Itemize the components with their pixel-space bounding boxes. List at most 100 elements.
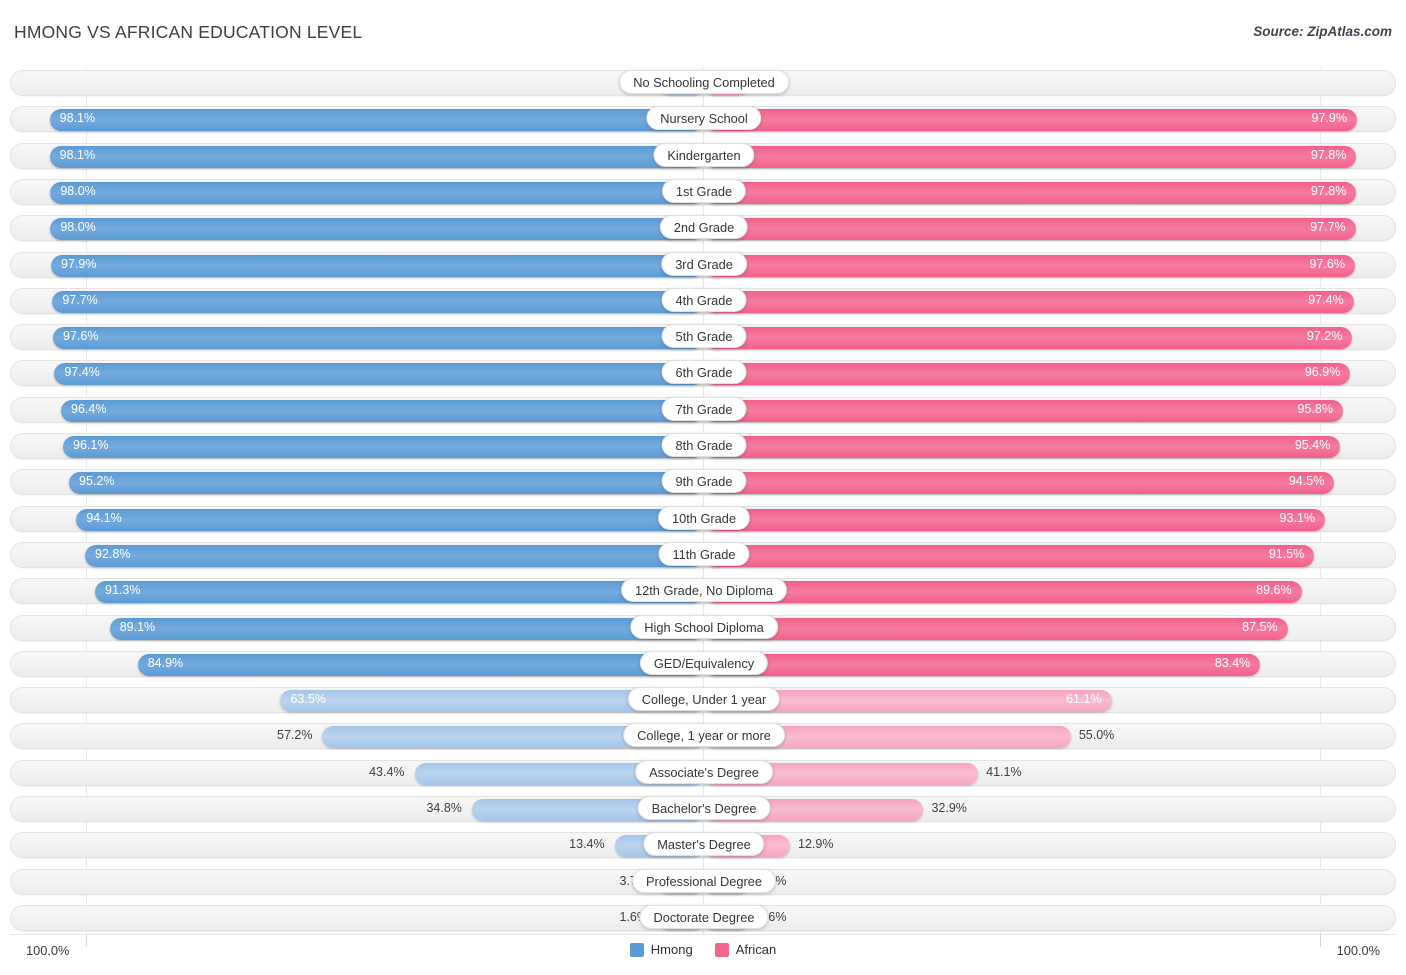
bar-row[interactable]: 96.4% 95.8% 7th Grade <box>10 396 1396 423</box>
bar-row[interactable]: 96.1% 95.4% 8th Grade <box>10 433 1396 459</box>
category-label-pill[interactable]: Kindergarten <box>653 142 755 167</box>
category-label-pill[interactable]: 10th Grade <box>657 505 751 530</box>
bar-hmong[interactable] <box>50 181 704 204</box>
bar-african[interactable] <box>704 544 1315 567</box>
category-label-pill[interactable]: 4th Grade <box>661 287 747 312</box>
bar-african[interactable] <box>704 290 1354 313</box>
category-label-pill[interactable]: Professional Degree <box>632 868 776 893</box>
bar-row[interactable]: 98.0% 97.8% 1st Grade <box>10 178 1396 205</box>
bar-african[interactable] <box>704 472 1335 495</box>
bar-row[interactable]: 97.7% 97.4% 4th Grade <box>10 287 1396 314</box>
bar-value-african: 96.9% <box>1304 365 1341 380</box>
bar-hmong[interactable] <box>61 399 704 422</box>
bar-african[interactable] <box>704 181 1357 204</box>
category-label-pill[interactable]: 8th Grade <box>661 433 747 457</box>
category-label-pill[interactable]: 9th Grade <box>661 469 747 494</box>
bar-hmong[interactable] <box>49 145 704 168</box>
bar-hmong[interactable] <box>51 254 704 277</box>
bar-value-hmong: 34.8% <box>426 801 462 815</box>
category-label-pill[interactable]: Master's Degree <box>643 832 765 857</box>
bar-row[interactable]: 98.1% 97.8% Kindergarten <box>10 142 1396 169</box>
bar-value-hmong: 98.0% <box>60 183 96 198</box>
bar-african[interactable] <box>704 109 1357 132</box>
category-label-pill[interactable]: 1st Grade <box>661 178 747 203</box>
category-label-pill[interactable]: Doctorate Degree <box>639 904 769 929</box>
bar-row[interactable]: 97.9% 97.6% 3rd Grade <box>10 251 1396 278</box>
bar-african[interactable] <box>704 254 1355 277</box>
bar-african[interactable] <box>704 617 1288 640</box>
bar-hmong[interactable] <box>53 327 704 350</box>
legend-label: Hmong <box>650 942 693 957</box>
category-label-pill[interactable]: GED/Equivalency <box>639 650 769 675</box>
category-label-pill[interactable]: Associate's Degree <box>635 759 773 784</box>
bar-hmong[interactable] <box>109 617 704 640</box>
bar-row[interactable]: 95.2% 94.5% 9th Grade <box>10 469 1396 496</box>
category-label-pill[interactable]: Nursery School <box>646 106 762 131</box>
bar-value-hmong: 57.2% <box>277 728 313 743</box>
bar-row[interactable]: 1.6% 1.6% Doctorate Degree <box>10 904 1396 931</box>
category-label-pill[interactable]: 7th Grade <box>661 396 747 421</box>
bar-african[interactable] <box>704 327 1353 350</box>
bar-hmong[interactable] <box>137 653 704 676</box>
bar-hmong[interactable] <box>49 109 704 132</box>
category-label-pill[interactable]: No Schooling Completed <box>619 70 789 94</box>
bar-hmong[interactable] <box>63 436 704 458</box>
bar-value-hmong: 96.1% <box>73 438 109 452</box>
bar-value-african: 93.1% <box>1279 510 1315 525</box>
bar-value-hmong: 97.6% <box>63 329 99 344</box>
bar-row[interactable]: 84.9% 83.4% GED/Equivalency <box>10 650 1396 677</box>
bar-row[interactable]: 89.1% 87.5% High School Diploma <box>10 614 1396 641</box>
category-label-pill[interactable]: College, Under 1 year <box>627 687 781 712</box>
bar-value-african: 97.6% <box>1309 256 1345 271</box>
bar-hmong[interactable] <box>52 290 704 313</box>
bar-hmong[interactable] <box>50 218 704 241</box>
legend-swatch-icon <box>629 942 644 957</box>
category-label-pill[interactable]: 2nd Grade <box>659 215 749 240</box>
bar-african[interactable] <box>704 218 1356 241</box>
category-label-pill[interactable]: 6th Grade <box>661 360 747 385</box>
category-label-pill[interactable]: 11th Grade <box>658 541 750 566</box>
bar-hmong[interactable] <box>95 581 704 604</box>
bar-african[interactable] <box>704 653 1261 676</box>
bar-row[interactable]: 63.5% 61.1% College, Under 1 year <box>10 687 1396 714</box>
bar-row[interactable]: 97.6% 97.2% 5th Grade <box>10 324 1396 351</box>
bar-hmong[interactable] <box>76 508 704 531</box>
bar-hmong[interactable] <box>54 363 704 386</box>
bar-value-hmong: 63.5% <box>290 692 326 707</box>
bar-row[interactable]: 98.0% 97.7% 2nd Grade <box>10 215 1396 242</box>
category-label-pill[interactable]: Bachelor's Degree <box>637 796 771 820</box>
bar-row[interactable]: 57.2% 55.0% College, 1 year or more <box>10 723 1396 750</box>
bar-african[interactable] <box>704 363 1351 386</box>
bar-african[interactable] <box>704 508 1325 531</box>
bar-value-african: 41.1% <box>986 764 1022 779</box>
category-label-pill[interactable]: 12th Grade, No Diploma <box>621 578 787 603</box>
bar-value-african: 97.2% <box>1306 329 1343 344</box>
bar-row[interactable]: 97.4% 96.9% 6th Grade <box>10 360 1396 387</box>
chart-header: HMONG VS AFRICAN EDUCATION LEVEL Source:… <box>0 0 1406 62</box>
bar-row[interactable]: 3.7%3.7%Professional Degree <box>10 868 1396 895</box>
legend-item-african[interactable]: African <box>714 942 776 957</box>
bar-row[interactable]: 94.1% 93.1% 10th Grade <box>10 505 1396 532</box>
bar-hmong[interactable] <box>69 472 704 495</box>
bar-african[interactable] <box>704 436 1341 458</box>
category-label-pill[interactable]: High School Diploma <box>630 614 778 639</box>
bar-value-hmong: 13.4% <box>569 837 605 852</box>
bar-row[interactable]: 13.4% 12.9% Master's Degree <box>10 832 1396 859</box>
bar-hmong[interactable] <box>85 544 704 567</box>
bar-row[interactable]: 43.4% 41.1% Associate's Degree <box>10 759 1396 786</box>
bar-value-african: 12.9% <box>798 837 834 852</box>
bar-row[interactable]: 92.8% 91.5% 11th Grade <box>10 541 1396 568</box>
category-label-pill[interactable]: 3rd Grade <box>661 251 747 276</box>
bar-value-hmong: 97.7% <box>62 292 98 307</box>
bar-african[interactable] <box>704 399 1343 422</box>
bar-african[interactable] <box>704 145 1357 168</box>
category-label-pill[interactable]: 5th Grade <box>661 324 747 349</box>
bar-row[interactable]: 98.1% 97.9% Nursery School <box>10 106 1396 133</box>
category-label-pill[interactable]: College, 1 year or more <box>623 723 785 748</box>
bar-african[interactable] <box>704 581 1302 604</box>
legend-item-hmong[interactable]: Hmong <box>629 942 693 957</box>
bar-value-african: 95.4% <box>1294 438 1331 452</box>
bar-row[interactable]: 91.3% 89.6% 12th Grade, No Diploma <box>10 578 1396 605</box>
bar-row[interactable]: 34.8% 32.9% Bachelor's Degree <box>10 796 1396 822</box>
bar-row[interactable]: 1.9%2.2%No Schooling Completed <box>10 70 1396 96</box>
